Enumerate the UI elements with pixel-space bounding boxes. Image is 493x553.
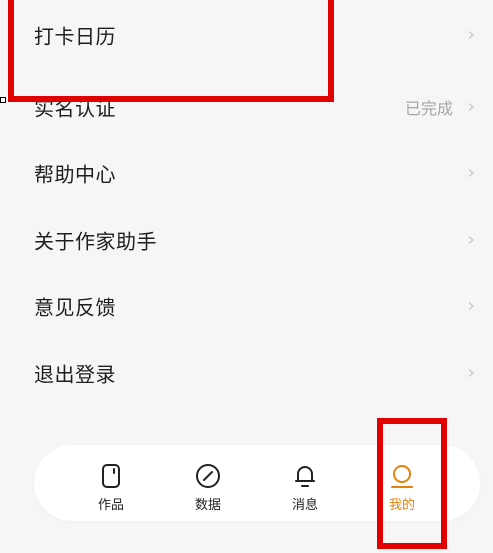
tab-label: 作品 — [97, 498, 124, 513]
menu-item-label: 意见反馈 — [34, 295, 116, 320]
tab-messages[interactable]: 消息 — [275, 458, 335, 513]
menu-item-label: 帮助中心 — [34, 162, 116, 187]
bell-icon — [295, 466, 315, 487]
profile-icon — [391, 465, 413, 488]
menu-item-real-name-verification[interactable]: 实名认证 已完成 › — [0, 74, 493, 140]
tab-mine[interactable]: 我的 — [372, 458, 432, 513]
tab-label: 消息 — [291, 498, 318, 513]
menu-item-label: 打卡日历 — [34, 24, 116, 49]
selection-handle — [0, 97, 6, 103]
menu-item-help-center[interactable]: 帮助中心 › — [0, 140, 493, 206]
chevron-right-icon: › — [467, 161, 475, 184]
data-compass-icon — [196, 464, 220, 488]
menu-item-feedback[interactable]: 意见反馈 › — [0, 273, 493, 339]
menu-item-label: 实名认证 — [34, 96, 116, 121]
tab-label: 我的 — [388, 498, 415, 513]
chevron-right-icon: › — [467, 23, 475, 46]
tab-label: 数据 — [194, 498, 221, 513]
menu-item-logout[interactable]: 退出登录 › — [0, 340, 493, 406]
menu-item-checkin-calendar[interactable]: 打卡日历 › — [0, 0, 493, 66]
chevron-right-icon: › — [467, 294, 475, 317]
tab-data[interactable]: 数据 — [178, 458, 238, 513]
works-icon — [102, 464, 120, 488]
menu-item-about[interactable]: 关于作家助手 › — [0, 207, 493, 273]
tab-works[interactable]: 作品 — [81, 458, 141, 513]
chevron-right-icon: › — [467, 228, 475, 251]
settings-screen: 打卡日历 › 实名认证 已完成 › 帮助中心 › 关于作家助手 › 意见反馈 ›… — [0, 0, 493, 553]
chevron-right-icon: › — [467, 361, 475, 384]
menu-item-label: 关于作家助手 — [34, 229, 157, 254]
menu-item-label: 退出登录 — [34, 362, 116, 387]
chevron-right-icon: › — [467, 95, 475, 118]
status-value: 已完成 — [404, 99, 453, 118]
bottom-tab-bar: 作品 数据 消息 我的 — [34, 445, 480, 521]
